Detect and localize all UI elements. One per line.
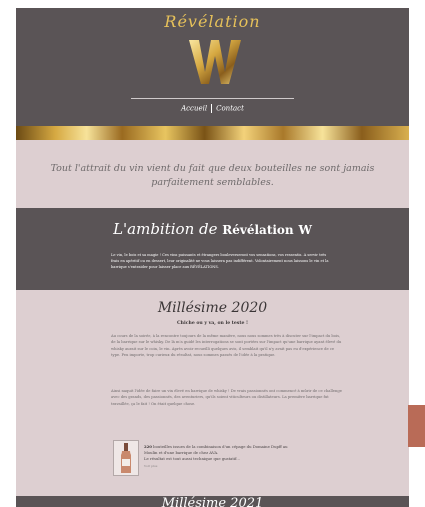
ambition-title-mark: W [298,223,312,237]
bottle-caption: 220 bouteilles issues de la combinaison … [144,444,344,469]
logo-icon[interactable] [187,36,243,88]
wine-bottle-image [113,440,139,476]
ambition-title-script: L'ambition de [113,220,218,238]
read-more-link[interactable]: Voir plus [144,464,157,468]
nav-contact[interactable]: Contact [216,105,244,113]
main-nav: Accueil Contact [16,104,409,113]
caption-line-2: Moulin et d'une barrique de chez AVA. [144,450,219,456]
brand-wordmark: Révélation [164,12,261,31]
millesime-section: Millésime 2020 Chiche ou y va, on le tes… [16,290,409,496]
caption-line-3: Le résultat est tout aussi technique que… [144,456,241,462]
ambition-title: L'ambition de Révélation W [16,220,409,238]
ambition-title-brand: Révélation [222,223,294,237]
millesime-subtitle: Chiche ou y va, on le teste ! [176,321,249,326]
ambition-section: L'ambition de Révélation W Le vin, le bo… [16,208,409,290]
nav-separator [211,104,213,113]
side-floating-widget[interactable] [408,405,425,447]
gold-banner [16,126,409,140]
ambition-text: Le vin, le bois et sa magie ! Ces vins p… [111,253,329,270]
millesime-title: Millésime 2020 [157,300,268,316]
quote-text: Tout l'attrait du vin vient du fait que … [50,163,375,188]
millesime-paragraph-2: Ainsi naquit l'idée de faire un vin élev… [111,389,342,406]
quote-section: Tout l'attrait du vin vient du fait que … [16,140,409,208]
next-section-title: Millésime 2021 [161,496,264,507]
page: Révélation Accueil Contact Tout l'attrait… [16,8,409,507]
header-divider [131,98,294,99]
millesime-paragraph-1: Au cours de la soirée, à la rencontre to… [111,334,342,357]
caption-line-1: bouteilles issues de la combinaison d'un… [153,444,288,449]
caption-count: 220 [144,444,152,449]
header: Révélation Accueil Contact [16,8,409,128]
nav-accueil[interactable]: Accueil [181,105,207,113]
